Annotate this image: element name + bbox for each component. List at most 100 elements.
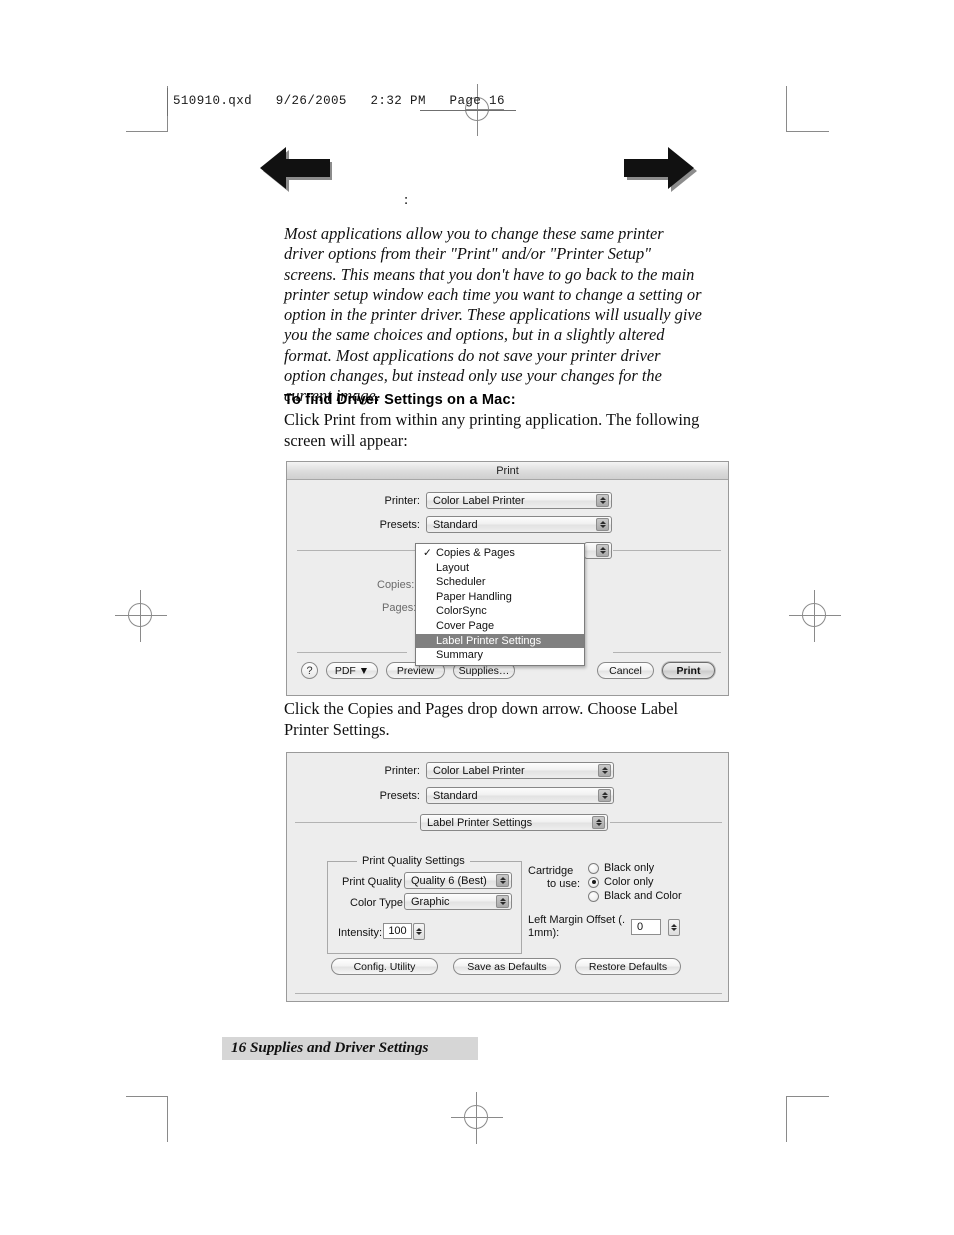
margin-offset-label-line1: Left Margin Offset (. [528, 914, 626, 926]
stray-colon-mark: : [404, 192, 409, 208]
restore-defaults-label: Restore Defaults [588, 960, 668, 973]
pdf-button-label: PDF ▼ [334, 664, 370, 677]
margin-offset-value: 0 [637, 921, 644, 933]
intensity-input[interactable]: 100 [383, 923, 412, 939]
pdf-button[interactable]: PDF ▼ [326, 662, 378, 679]
menu-item-cover-page[interactable]: Cover Page [416, 619, 584, 634]
presets-label: Presets: [379, 518, 420, 531]
radio-icon [588, 862, 599, 874]
printer-row: Printer: Color Label Printer [287, 762, 730, 779]
menu-item-paper-handling[interactable]: Paper Handling [416, 590, 584, 605]
menu-item-copies-and-pages[interactable]: ✓ Copies & Pages [416, 546, 584, 561]
restore-defaults-button[interactable]: Restore Defaults [575, 958, 681, 975]
save-as-defaults-button[interactable]: Save as Defaults [453, 958, 561, 975]
cartridge-option-label: Black only [604, 862, 655, 874]
instruction-paragraph-2: Click the Copies and Pages drop down arr… [284, 699, 679, 739]
chevron-updown-icon [596, 494, 609, 507]
pages-label: Pages: [382, 602, 417, 614]
cartridge-option-label: Black and Color [604, 890, 682, 902]
menu-item-label: ColorSync [436, 605, 487, 618]
pane-separator-left [295, 822, 417, 823]
page-slug: 510910.qxd 9/26/2005 2:32 PM Page 16 [173, 94, 505, 108]
help-icon: ? [306, 664, 313, 677]
print-button[interactable]: Print [662, 662, 715, 679]
print-quality-popup-button[interactable]: Quality 6 (Best) [404, 872, 512, 889]
footer-label: 16 Supplies and Driver Settings [231, 1039, 429, 1056]
printer-popup-button[interactable]: Color Label Printer [426, 762, 614, 779]
print-quality-label: Print Quality [342, 876, 402, 888]
printer-popup-button[interactable]: Color Label Printer [426, 492, 612, 509]
slug-left-rule [167, 88, 168, 116]
cancel-button-label: Cancel [609, 664, 642, 677]
pane-popup-button[interactable] [584, 542, 612, 559]
cartridge-label-line2: to use: [547, 878, 581, 890]
pane-dropdown-menu[interactable]: ✓ Copies & Pages Layout Scheduler Paper … [415, 543, 585, 666]
presets-popup-value: Standard [433, 789, 478, 802]
dialog-titlebar: Print [287, 462, 728, 480]
presets-popup-value: Standard [433, 518, 478, 531]
radio-icon-selected [588, 876, 599, 888]
menu-item-label-printer-settings[interactable]: Label Printer Settings [416, 633, 584, 649]
button-bar-separator-right [613, 652, 721, 653]
cartridge-option-black-and-color[interactable]: Black and Color [588, 890, 682, 902]
label-printer-settings-dialog: Printer: Color Label Printer Presets: St… [286, 752, 729, 1002]
pane-separator-left [297, 550, 417, 551]
print-quality-group-title: Print Quality Settings [357, 855, 470, 867]
menu-item-label: Label Printer Settings [436, 634, 542, 647]
section-heading: To find Driver Settings on a Mac: [284, 392, 516, 408]
instruction-paragraph-1: Click Print from within any printing app… [284, 410, 700, 450]
pane-separator-right [610, 822, 722, 823]
chevron-updown-icon [598, 789, 611, 802]
presets-popup-button[interactable]: Standard [426, 787, 614, 804]
supplies-button-label: Supplies… [458, 664, 510, 677]
menu-item-label: Summary [436, 649, 484, 662]
radio-icon [588, 890, 599, 902]
margin-offset-stepper[interactable] [668, 919, 680, 936]
menu-item-summary[interactable]: Summary [416, 648, 584, 663]
menu-item-layout[interactable]: Layout [416, 561, 584, 576]
menu-item-colorsync[interactable]: ColorSync [416, 604, 584, 619]
presets-popup-button[interactable]: Standard [426, 516, 612, 533]
menu-item-label: Copies & Pages [436, 547, 515, 559]
pane-separator-right [613, 550, 721, 551]
crop-mark-bottom-left-vertical [167, 1096, 168, 1142]
copies-label: Copies: [377, 579, 415, 591]
preview-button-label: Preview [396, 664, 435, 677]
menu-item-scheduler[interactable]: Scheduler [416, 575, 584, 590]
margin-offset-label-line2: 1mm): [528, 927, 560, 939]
color-type-popup-button[interactable]: Graphic [404, 893, 512, 910]
print-dialog-with-menu: Print Printer: Color Label Printer Prese… [286, 461, 729, 696]
printer-label: Printer: [384, 764, 420, 777]
help-button[interactable]: ? [301, 662, 318, 679]
printer-label: Printer: [384, 494, 420, 507]
pane-popup-value: Label Printer Settings [427, 816, 533, 829]
color-type-value: Graphic [411, 895, 450, 908]
menu-item-label: Cover Page [436, 619, 495, 632]
color-type-label: Color Type [350, 897, 403, 909]
back-arrow-icon[interactable] [256, 144, 332, 192]
intro-paragraph: Most applications allow you to change th… [284, 224, 702, 406]
slug-underline [420, 110, 516, 111]
cartridge-option-black-only[interactable]: Black only [588, 862, 654, 874]
presets-row: Presets: Standard [287, 787, 730, 804]
save-as-defaults-label: Save as Defaults [467, 960, 547, 973]
cancel-button[interactable]: Cancel [597, 662, 654, 679]
intensity-label: Intensity: [338, 927, 383, 939]
intensity-stepper[interactable] [413, 923, 425, 940]
chevron-updown-icon [598, 764, 611, 777]
config-utility-button[interactable]: Config. Utility [331, 958, 438, 975]
chevron-updown-icon [496, 895, 509, 908]
chevron-updown-icon [592, 816, 605, 829]
check-icon: ✓ [423, 547, 432, 559]
registration-mark-left [115, 590, 167, 642]
cartridge-option-color-only[interactable]: Color only [588, 876, 654, 888]
pane-popup-button[interactable]: Label Printer Settings [420, 814, 608, 831]
printer-popup-value: Color Label Printer [433, 494, 525, 507]
forward-arrow-icon[interactable] [620, 144, 700, 192]
crop-mark-top-right-horizontal [787, 131, 829, 132]
menu-item-label: Scheduler [436, 576, 486, 589]
crop-mark-bottom-left-horizontal [126, 1096, 168, 1097]
chevron-updown-icon [496, 874, 509, 887]
margin-offset-input[interactable]: 0 [631, 919, 661, 935]
dialog-title: Print [496, 464, 519, 477]
